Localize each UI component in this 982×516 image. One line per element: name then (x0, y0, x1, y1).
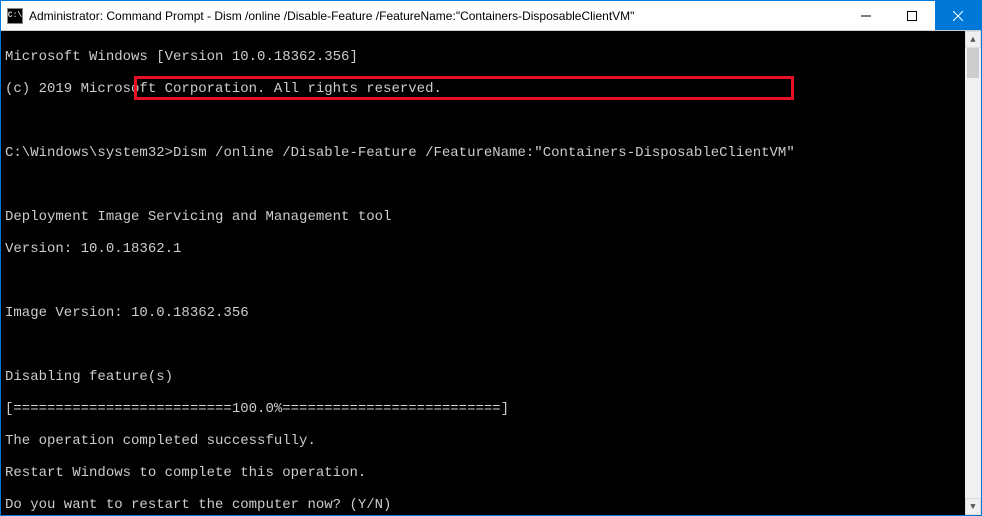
cmd-icon: C:\ (7, 8, 23, 24)
close-button[interactable] (935, 1, 981, 30)
vertical-scrollbar[interactable]: ▲ ▼ (965, 31, 981, 515)
maximize-button[interactable] (889, 1, 935, 30)
restart-prompt-line[interactable]: Do you want to restart the computer now?… (5, 497, 961, 513)
terminal-line: (c) 2019 Microsoft Corporation. All righ… (5, 81, 961, 97)
scroll-track[interactable] (965, 48, 981, 498)
progress-bar-line: [==========================100.0%=======… (5, 401, 961, 417)
terminal-prompt-line: C:\Windows\system32>Dism /online /Disabl… (5, 145, 961, 161)
minimize-button[interactable] (843, 1, 889, 30)
terminal-line (5, 337, 961, 353)
scroll-down-arrow-icon[interactable]: ▼ (965, 498, 981, 515)
terminal-line: Image Version: 10.0.18362.356 (5, 305, 961, 321)
scroll-thumb[interactable] (967, 48, 979, 78)
command-text: Dism /online /Disable-Feature /FeatureNa… (173, 145, 795, 161)
window-controls (843, 1, 981, 30)
terminal-line: Disabling feature(s) (5, 369, 961, 385)
terminal-line: The operation completed successfully. (5, 433, 961, 449)
terminal-area: Microsoft Windows [Version 10.0.18362.35… (1, 31, 981, 515)
terminal-line (5, 273, 961, 289)
scroll-up-arrow-icon[interactable]: ▲ (965, 31, 981, 48)
prompt-prefix: C:\Windows\system32> (5, 145, 173, 161)
terminal-line: Microsoft Windows [Version 10.0.18362.35… (5, 49, 961, 65)
window-title: Administrator: Command Prompt - Dism /on… (29, 9, 634, 23)
terminal-line: Deployment Image Servicing and Managemen… (5, 209, 961, 225)
terminal-line (5, 177, 961, 193)
terminal-line (5, 113, 961, 129)
window-titlebar: C:\ Administrator: Command Prompt - Dism… (1, 1, 981, 31)
terminal-output[interactable]: Microsoft Windows [Version 10.0.18362.35… (1, 31, 965, 515)
terminal-line: Restart Windows to complete this operati… (5, 465, 961, 481)
titlebar-left: C:\ Administrator: Command Prompt - Dism… (1, 8, 634, 24)
terminal-line: Version: 10.0.18362.1 (5, 241, 961, 257)
